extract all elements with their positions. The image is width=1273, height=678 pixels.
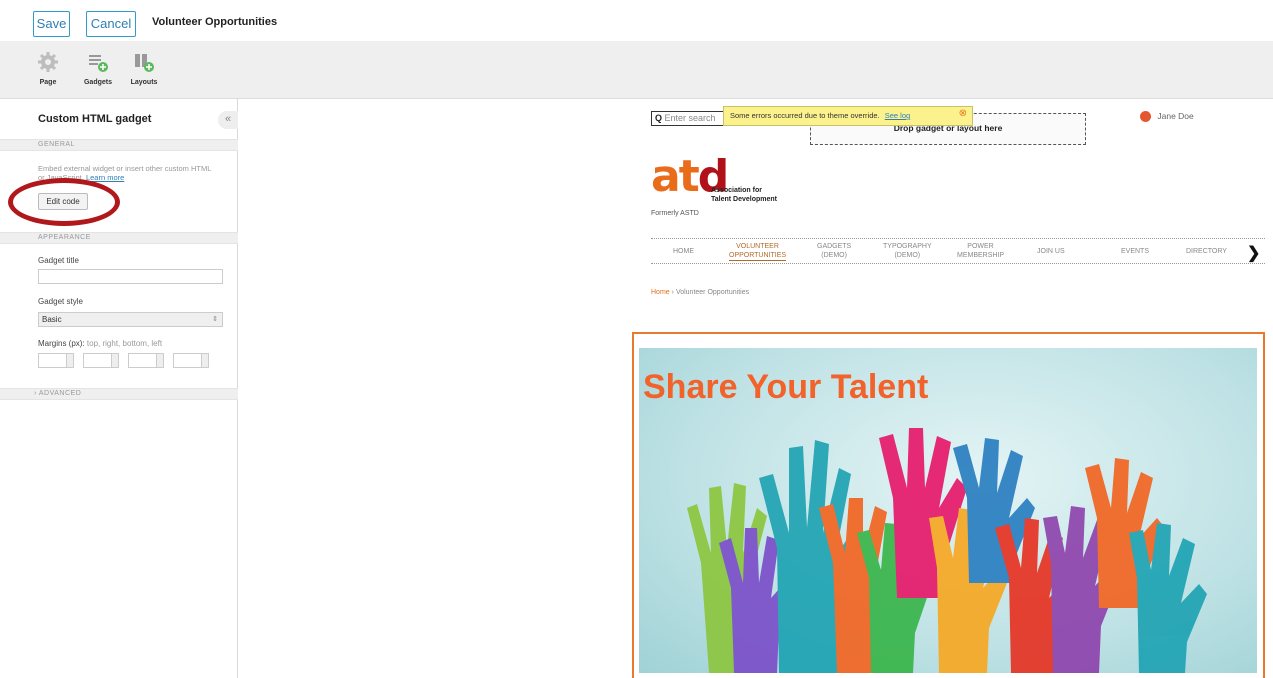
nav-volunteer-opportunities[interactable]: VOLUNTEER OPPORTUNITIES [729, 242, 787, 261]
spinner-icon[interactable] [201, 354, 208, 367]
page-tool-button[interactable]: Page [28, 51, 68, 86]
search-placeholder: Enter search [664, 113, 716, 123]
nav-typography-demo[interactable]: TYPOGRAPHY (DEMO) [883, 242, 932, 260]
margin-left-input[interactable] [173, 353, 209, 368]
nav-label: MEMBERSHIP [957, 252, 1005, 259]
nav-label: GADGETS [817, 243, 852, 250]
breadcrumb-separator: › [671, 289, 674, 296]
gadget-style-label: Gadget style [38, 297, 83, 306]
gadget-settings-panel: Custom HTML gadget « GENERAL Embed exter… [0, 99, 238, 678]
nav-label: OPPORTUNITIES [729, 252, 787, 259]
error-text: Some errors occurred due to theme overri… [730, 111, 880, 120]
spinner-icon[interactable] [111, 354, 118, 367]
advanced-section-header[interactable]: › ADVANCED [0, 388, 238, 400]
select-arrows-icon: ⇕ [212, 316, 218, 323]
nav-label: (DEMO) [894, 252, 921, 259]
gadgets-tool-label: Gadgets [83, 79, 112, 86]
gadget-title-input[interactable] [38, 269, 223, 284]
error-notification: Some errors occurred due to theme overri… [723, 106, 973, 126]
nav-label: (DEMO) [821, 252, 847, 259]
user-menu[interactable]: Jane Doe [1140, 111, 1194, 123]
assoc-line2: Talent Development [711, 196, 777, 203]
see-log-link[interactable]: See log [885, 111, 910, 120]
general-section-header[interactable]: GENERAL [0, 139, 238, 151]
add-layout-icon [135, 54, 154, 72]
appearance-section-header[interactable]: APPEARANCE [0, 232, 238, 244]
nav-power-membership[interactable]: POWER MEMBERSHIP [957, 242, 1004, 260]
editor-toolbar: Page Gadgets Layouts [0, 41, 1273, 99]
add-gadget-icon [89, 55, 108, 72]
nav-label: POWER [967, 243, 994, 250]
logo-tagline: Association for Talent Development [711, 186, 777, 204]
spinner-icon[interactable] [156, 354, 163, 367]
banner-image: Share Your Talent [639, 348, 1257, 673]
avatar-icon [1140, 111, 1151, 123]
margins-label-text: Margins (px): [38, 339, 85, 348]
site-nav: HOME VOLUNTEER OPPORTUNITIES GADGETS (DE… [651, 238, 1265, 264]
formerly-text: Formerly ASTD [651, 210, 699, 217]
nav-events[interactable]: EVENTS [1121, 247, 1149, 256]
breadcrumb: Home › Volunteer Opportunities [651, 289, 749, 296]
nav-home[interactable]: HOME [673, 247, 694, 256]
gear-icon [38, 52, 58, 72]
site-preview: Q Enter search Drop gadget or layout her… [623, 99, 1273, 678]
margin-bottom-input[interactable] [128, 353, 164, 368]
save-button[interactable]: Save [33, 11, 70, 37]
gadget-style-select[interactable]: Basic ⇕ [38, 312, 223, 327]
nav-next-arrow-icon[interactable]: ❯ [1247, 243, 1260, 263]
page-tool-label: Page [39, 79, 57, 86]
nav-label: VOLUNTEER [736, 243, 779, 250]
site-search-input[interactable]: Q Enter search [651, 111, 727, 126]
page-title: Volunteer Opportunities [152, 16, 278, 28]
margin-top-input[interactable] [38, 353, 74, 368]
gadget-title-label: Gadget title [38, 256, 79, 265]
nav-directory[interactable]: DIRECTORY [1186, 247, 1227, 256]
user-name: Jane Doe [1157, 111, 1194, 121]
gadgets-tool-button[interactable]: Gadgets [78, 51, 118, 86]
breadcrumb-current: Volunteer Opportunities [675, 289, 750, 296]
logo-at: at [651, 151, 700, 202]
search-icon: Q [655, 113, 663, 123]
margins-label: Margins (px): top, right, bottom, left [38, 339, 162, 348]
margin-right-input[interactable] [83, 353, 119, 368]
layouts-tool-label: Layouts [130, 79, 158, 86]
raised-hands-illustration [687, 428, 1207, 673]
assoc-line1: Association for [711, 187, 762, 194]
nav-label: TYPOGRAPHY [883, 243, 932, 250]
top-bar: Save Cancel Volunteer Opportunities [0, 0, 1273, 41]
nav-gadgets-demo[interactable]: GADGETS (DEMO) [817, 242, 851, 260]
gadget-style-value: Basic [42, 315, 62, 324]
breadcrumb-home-link[interactable]: Home [651, 289, 670, 296]
highlight-circle-annotation [8, 178, 120, 226]
margins-hint: top, right, bottom, left [86, 339, 163, 348]
panel-title: Custom HTML gadget [38, 113, 152, 125]
collapse-panel-button[interactable]: « [218, 111, 238, 129]
spinner-icon[interactable] [66, 354, 73, 367]
close-icon[interactable]: ⊗ [959, 105, 967, 123]
cancel-button[interactable]: Cancel [86, 11, 136, 37]
layouts-tool-button[interactable]: Layouts [124, 51, 164, 86]
nav-join-us[interactable]: JOIN US [1037, 247, 1065, 256]
